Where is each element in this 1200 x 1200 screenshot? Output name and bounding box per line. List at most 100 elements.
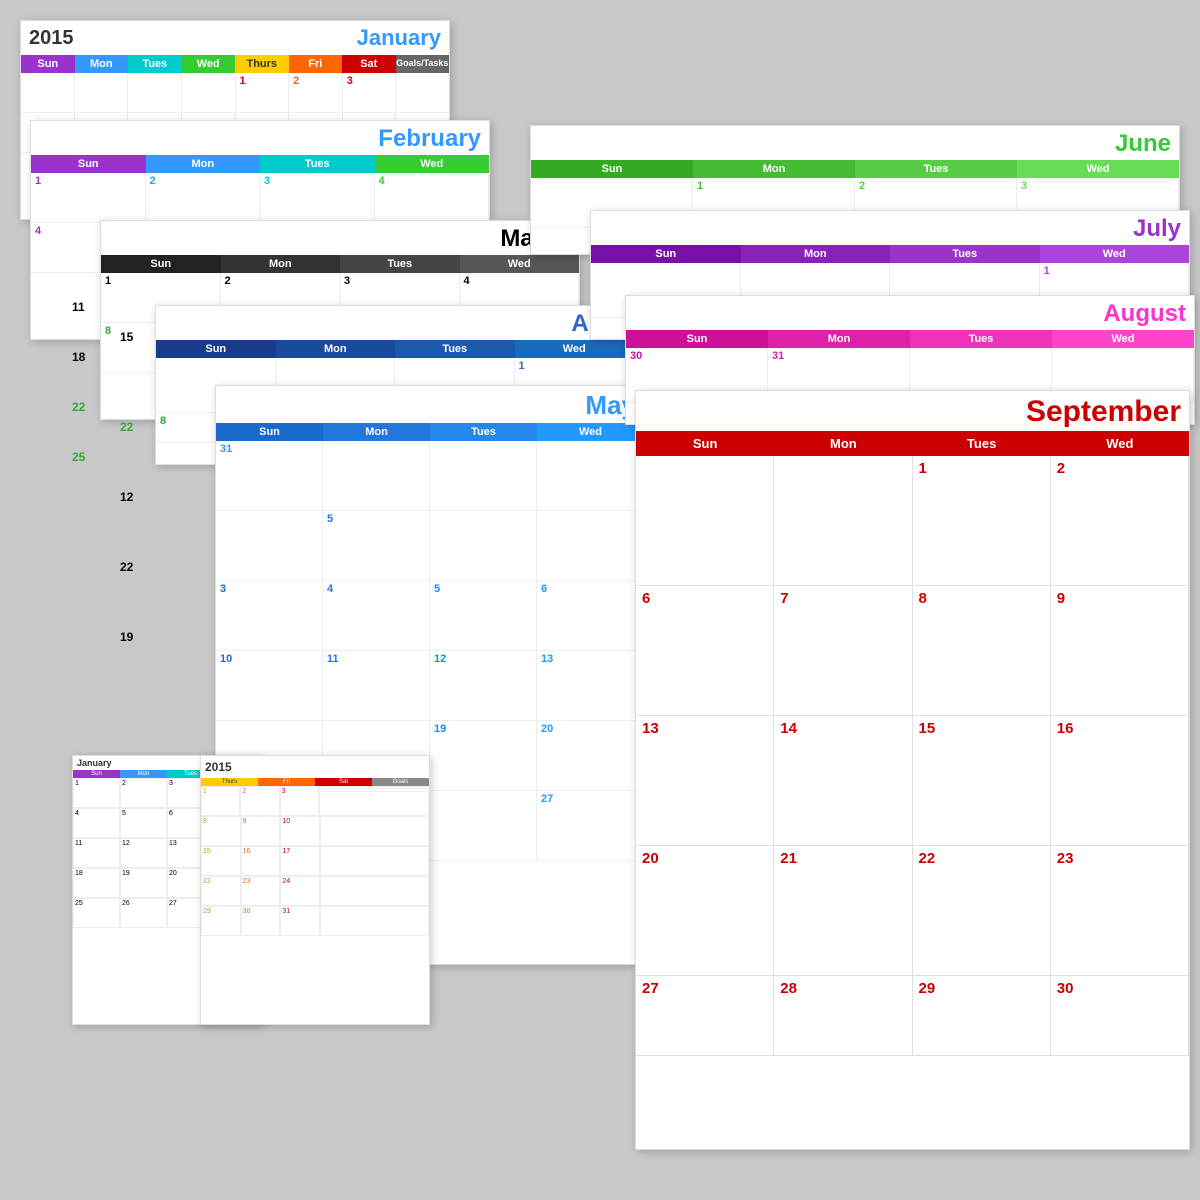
day-cell: 5 <box>323 511 430 581</box>
mon-header: Mon <box>768 330 910 348</box>
wed-header: Wed <box>1051 431 1189 456</box>
day-cell <box>537 511 644 581</box>
tues-header: Tues <box>260 155 375 173</box>
tues-header: Tues <box>128 55 182 73</box>
goals-cell <box>396 73 449 113</box>
thumb-2015-row: 8 9 10 <box>201 816 429 846</box>
sep-day-cell: 8 <box>913 586 1051 716</box>
side-num-22c: 22 <box>120 560 133 574</box>
march-header: Sun Mon Tues Wed <box>101 255 579 273</box>
day-cell <box>182 73 236 113</box>
august-title: August <box>1103 300 1186 327</box>
sun-header: Sun <box>101 255 221 273</box>
sep-day-cell: 16 <box>1051 716 1189 846</box>
sep-day-cell: 22 <box>913 846 1051 976</box>
january-row1: 1 2 3 <box>21 73 449 113</box>
sep-day-cell: 7 <box>774 586 912 716</box>
tues-header: Tues <box>395 340 515 358</box>
day-cell: 4 <box>375 173 490 223</box>
thumb-2015-row: 29 30 31 <box>201 906 429 936</box>
tues-header: Tues <box>890 245 1040 263</box>
sep-day-cell: 2 <box>1051 456 1189 586</box>
may-row4: 10 11 12 13 <box>216 651 644 721</box>
sun-header: Sun <box>531 160 693 178</box>
sat-header: Sat <box>342 55 396 73</box>
day-cell: 6 <box>537 581 644 651</box>
day-cell <box>75 73 129 113</box>
february-header: Sun Mon Tues Wed <box>31 155 489 173</box>
mon-header: Mon <box>75 55 129 73</box>
day-cell: 2 <box>289 73 343 113</box>
day-cell: 3 <box>343 73 397 113</box>
sun-header: Sun <box>216 423 323 441</box>
day-cell <box>430 791 537 861</box>
year-title: 2015 <box>29 27 74 50</box>
day-cell: 1 <box>236 73 290 113</box>
july-title: July <box>1133 215 1181 242</box>
day-cell: 12 <box>430 651 537 721</box>
day-cell: 1 <box>31 173 146 223</box>
sep-day-cell: 9 <box>1051 586 1189 716</box>
day-cell: 11 <box>323 651 430 721</box>
sun-header: Sun <box>591 245 741 263</box>
day-cell <box>537 441 644 511</box>
sun-header: Sun <box>156 340 276 358</box>
may-header: Sun Mon Tues Wed <box>216 423 644 441</box>
september-header: Sun Mon Tues Wed <box>636 431 1189 456</box>
thumbnail-2015-page: 2015 Thurs Fri Sat Goals 1 2 3 8 9 10 15… <box>200 755 430 1025</box>
fri-header: Fri <box>289 55 343 73</box>
thurs-header: Thurs <box>235 55 289 73</box>
sun-header: Sun <box>636 431 774 456</box>
thumb-year: January <box>77 758 112 768</box>
wed-header: Wed <box>460 255 580 273</box>
sep-day-cell: 28 <box>774 976 912 1056</box>
thumb-2015-row: 1 2 3 <box>201 786 429 816</box>
goals-header: Goals/Tasks <box>396 55 450 73</box>
sep-day-cell: 6 <box>636 586 774 716</box>
day-cell: 4 <box>323 581 430 651</box>
wed-header: Wed <box>515 340 635 358</box>
feb-row1: 1 2 3 4 <box>31 173 489 223</box>
day-cell: 31 <box>216 441 323 511</box>
sep-row2: 6 7 8 9 <box>636 586 1189 716</box>
side-num-22b: 22 <box>120 420 133 434</box>
may-row3: 3 4 5 6 <box>216 581 644 651</box>
january-title: January <box>357 25 441 51</box>
april-header: Sun Mon Tues Wed <box>156 340 634 358</box>
thumb-2015-row: 15 16 17 <box>201 846 429 876</box>
side-num-11: 11 <box>72 300 85 314</box>
june-title: June <box>1115 130 1171 157</box>
mon-header: Mon <box>693 160 855 178</box>
tues-header: Tues <box>430 423 537 441</box>
may-row1: 31 <box>216 441 644 511</box>
day-cell <box>128 73 182 113</box>
side-num-18: 18 <box>72 350 85 364</box>
side-num-25: 25 <box>72 450 85 464</box>
september-title: September <box>636 391 1189 431</box>
day-cell: 3 <box>260 173 375 223</box>
july-header: Sun Mon Tues Wed <box>591 245 1189 263</box>
mon-header: Mon <box>741 245 891 263</box>
august-header: Sun Mon Tues Wed <box>626 330 1194 348</box>
side-num-22: 22 <box>72 400 85 414</box>
day-cell: 20 <box>537 721 644 791</box>
day-cell: 5 <box>430 581 537 651</box>
day-cell: 3 <box>216 581 323 651</box>
sep-day-cell <box>774 456 912 586</box>
mon-header: Mon <box>221 255 341 273</box>
day-cell: 13 <box>537 651 644 721</box>
january-header: Sun Mon Tues Wed Thurs Fri Sat Goals/Tas… <box>21 55 449 73</box>
day-cell <box>216 511 323 581</box>
day-cell <box>323 441 430 511</box>
thumb-2015-header: Thurs Fri Sat Goals <box>201 778 429 786</box>
side-num-12: 12 <box>120 490 133 504</box>
june-header: Sun Mon Tues Wed <box>531 160 1179 178</box>
sep-day-cell <box>636 456 774 586</box>
sep-day-cell: 27 <box>636 976 774 1056</box>
day-cell <box>21 73 75 113</box>
sep-day-cell: 21 <box>774 846 912 976</box>
day-cell <box>430 441 537 511</box>
february-title: February <box>378 125 481 152</box>
wed-header: Wed <box>182 55 236 73</box>
wed-header: Wed <box>1052 330 1194 348</box>
